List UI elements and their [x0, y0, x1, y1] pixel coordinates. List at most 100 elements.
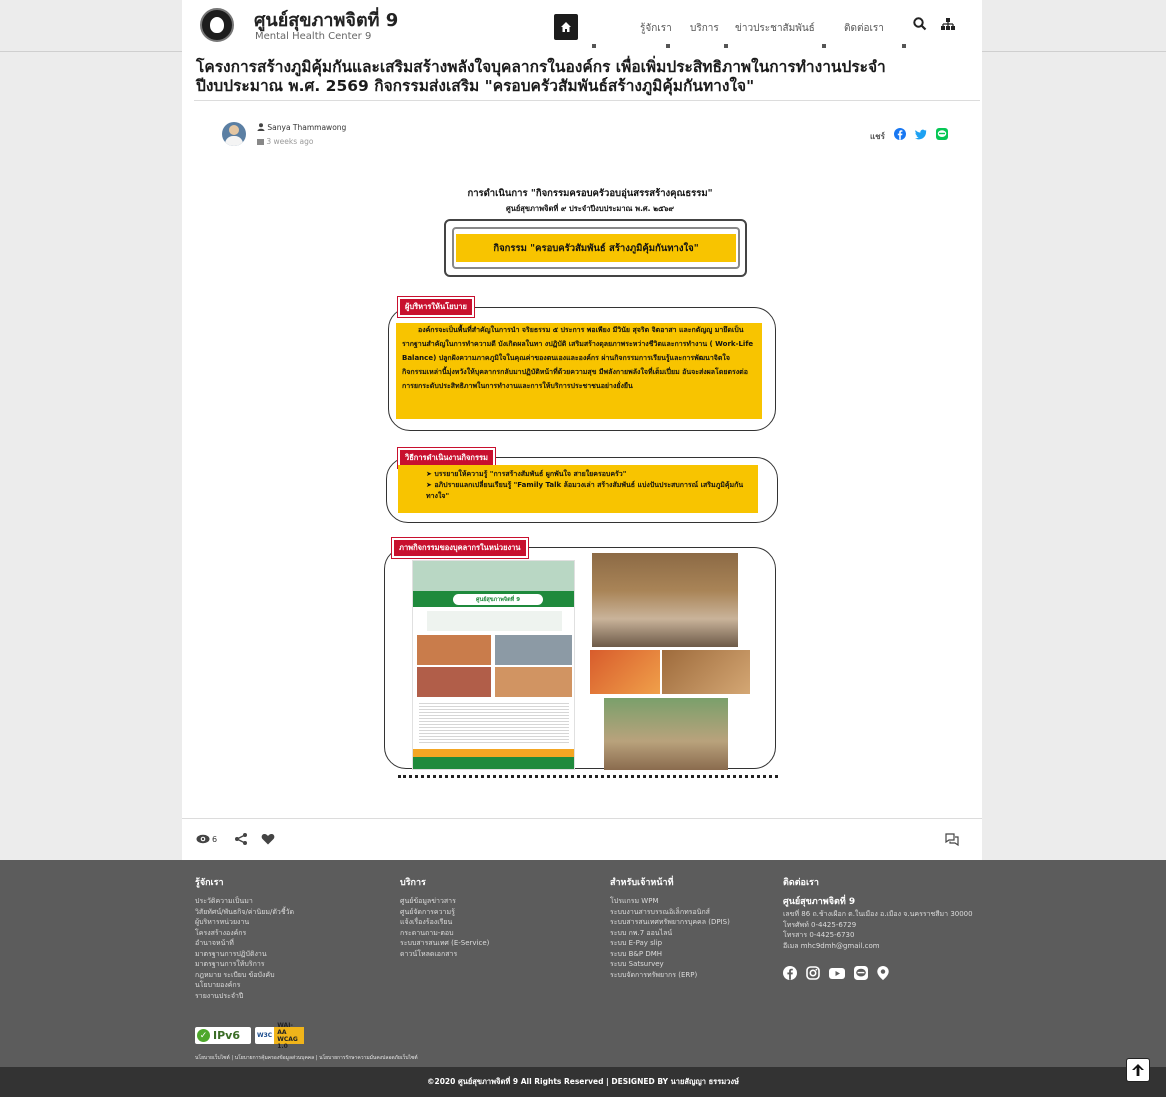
- facebook-icon[interactable]: [783, 966, 797, 980]
- footer-link[interactable]: ระบบ E-Pay slip: [610, 938, 730, 949]
- poster-logo: ศูนย์สุขภาพจิตที่ 9: [453, 594, 543, 605]
- w3c-logo: W3C: [257, 1032, 273, 1039]
- method-item: ➤ บรรยายให้ความรู้ "การสร้างสัมพันธ์ ผูก…: [426, 470, 627, 478]
- nav-item-news[interactable]: ข่าวประชาสัมพันธ์: [735, 21, 815, 36]
- author-name-text: Sanya Thammawong: [267, 123, 347, 132]
- footer-col-staff: สำหรับเจ้าหน้าที่ โปรแกรม WPM ระบบงานสาร…: [610, 875, 730, 980]
- map-pin-icon[interactable]: [877, 966, 889, 980]
- footer-link[interactable]: แจ้งเรื่องร้องเรียน: [400, 917, 489, 928]
- article-heading: การดำเนินการ "กิจกรรมครอบครัวอบอุ่นสรรสร…: [467, 188, 713, 199]
- footer-link[interactable]: ผู้บริหารหน่วยงาน: [195, 917, 294, 928]
- wcag-level: WAI-AA WCAG 1.0: [274, 1022, 304, 1050]
- footer-link[interactable]: ประวัติความเป็นมา: [195, 896, 294, 907]
- nav-item-services[interactable]: บริการ: [690, 21, 719, 36]
- facebook-icon[interactable]: [894, 128, 906, 140]
- footer-link[interactable]: ระบบสารสนเทศ (E-Service): [400, 938, 489, 949]
- share-label: แชร์: [870, 132, 885, 141]
- activity-photo[interactable]: [590, 650, 660, 694]
- poster-photo: [495, 635, 572, 665]
- wcag-badge[interactable]: W3C WAI-AA WCAG 1.0: [255, 1022, 304, 1050]
- footer-col-title: บริการ: [400, 878, 426, 888]
- outdoor-photo[interactable]: [604, 698, 728, 770]
- footer-link[interactable]: อำนาจหน้าที่: [195, 938, 294, 949]
- activity-poster[interactable]: ศูนย์สุขภาพจิตที่ 9: [412, 560, 575, 770]
- user-icon: [257, 123, 265, 131]
- nav-item-about[interactable]: รู้จักเรา: [640, 21, 672, 36]
- footer-link[interactable]: รายงานประจำปี: [195, 991, 294, 1002]
- line-icon[interactable]: [936, 128, 948, 140]
- ipv6-badge: ✓ IPv6: [195, 1027, 251, 1044]
- heart-icon[interactable]: [261, 832, 275, 846]
- arrow-up-icon: [1132, 1064, 1144, 1076]
- nav-item-contact[interactable]: ติดต่อเรา: [844, 21, 884, 36]
- site-logo[interactable]: [200, 8, 234, 42]
- footer-phone: โทรศัพท์ 0-4425-6729: [783, 920, 857, 929]
- footer-link[interactable]: กฎหมาย ระเบียบ ข้อบังคับ: [195, 970, 294, 981]
- footer-link[interactable]: กระดานถาม-ตอบ: [400, 928, 489, 939]
- post-date-text: 3 weeks ago: [266, 137, 314, 146]
- footer-link[interactable]: มาตรฐานการให้บริการ: [195, 959, 294, 970]
- method-item: ➤ อภิปรายแลกเปลี่ยนเรียนรู้ "Family Talk…: [426, 481, 744, 500]
- search-icon[interactable]: [912, 16, 928, 32]
- views-counter: 6: [196, 832, 217, 846]
- footer-link[interactable]: ระบบ กพ.7 ออนไลน์: [610, 928, 730, 939]
- poster-photo: [417, 667, 491, 697]
- footer-link[interactable]: ระบบสารสนเทศทรัพยากรบุคคล (DPIS): [610, 917, 730, 928]
- comments-icon[interactable]: [944, 831, 960, 847]
- footer-org-name: ศูนย์สุขภาพจิตที่ 9: [783, 897, 856, 907]
- footer-link[interactable]: โครงสร้างองค์กร: [195, 928, 294, 939]
- footer-link[interactable]: โปรแกรม WPM: [610, 896, 730, 907]
- nav-separator: [666, 44, 670, 48]
- poster-photo: [495, 667, 572, 697]
- title-divider: [194, 100, 980, 101]
- youtube-icon[interactable]: [829, 966, 845, 980]
- views-count: 6: [212, 834, 218, 844]
- check-icon: ✓: [197, 1029, 210, 1042]
- footer-email[interactable]: อีเมล mhc9dmh@gmail.com: [783, 941, 973, 952]
- nav-home-button[interactable]: [554, 14, 578, 40]
- author-name[interactable]: Sanya Thammawong: [257, 123, 346, 132]
- instagram-icon[interactable]: [806, 966, 820, 980]
- back-to-top-button[interactable]: [1126, 1058, 1150, 1082]
- avatar: [222, 122, 246, 146]
- stats-divider: [182, 818, 982, 819]
- footer-link[interactable]: ระบบจัดการทรัพยากร (ERP): [610, 970, 730, 981]
- eye-icon: [196, 834, 210, 844]
- footer-link[interactable]: นโยบายองค์กร: [195, 980, 294, 991]
- footer-link[interactable]: ระบบ Satsurvey: [610, 959, 730, 970]
- sitemap-icon[interactable]: [940, 16, 956, 32]
- group-photo[interactable]: [592, 553, 738, 647]
- footer-link[interactable]: ศูนย์จัดการความรู้: [400, 907, 489, 918]
- footer-col-about: รู้จักเรา ประวัติความเป็นมา วิสัยทัศน์/พ…: [195, 875, 294, 1001]
- footer-link[interactable]: ระบบ B&P DMH: [610, 949, 730, 960]
- footer-link[interactable]: ศูนย์ข้อมูลข่าวสาร: [400, 896, 489, 907]
- footer-link[interactable]: มาตรฐานการปฏิบัติงาน: [195, 949, 294, 960]
- ipv6-badge-text: IPv6: [213, 1029, 240, 1042]
- footer-col-title: ติดต่อเรา: [783, 878, 819, 888]
- footer-link[interactable]: ระบบงานสารบรรณอิเล็กทรอนิกส์: [610, 907, 730, 918]
- activity-photo[interactable]: [662, 650, 750, 694]
- method-item-text: อภิปรายแลกเปลี่ยนเรียนรู้ "Family Talk ล…: [426, 481, 744, 500]
- policy-tag: ผู้บริหารให้นโยบาย: [397, 296, 475, 318]
- photos-tag: ภาพกิจกรรมของบุคลากรในหน่วยงาน: [391, 537, 529, 559]
- home-icon: [561, 22, 571, 32]
- line-icon[interactable]: [854, 966, 868, 980]
- policy-links[interactable]: นโยบายเว็บไซต์ | นโยบายการคุ้มครองข้อมูล…: [195, 1054, 418, 1062]
- nav-separator: [902, 44, 906, 48]
- footer-link[interactable]: ดาวน์โหลดเอกสาร: [400, 949, 489, 960]
- footer-link[interactable]: วิสัยทัศน์/พันธกิจ/ค่านิยม/ตัวชี้วัด: [195, 907, 294, 918]
- brand-title[interactable]: ศูนย์สุขภาพจิตที่ 9: [254, 5, 398, 34]
- policy-text: องค์กรจะเป็นพื้นที่สำคัญในการนำ จริยธรรม…: [396, 323, 762, 419]
- method-list: ➤ บรรยายให้ความรู้ "การสร้างสัมพันธ์ ผูก…: [398, 465, 758, 513]
- activity-banner: กิจกรรม "ครอบครัวสัมพันธ์ สร้างภูมิคุ้มก…: [456, 234, 736, 262]
- footer-col-title: รู้จักเรา: [195, 878, 224, 888]
- twitter-icon[interactable]: [915, 128, 927, 140]
- method-item-text: บรรยายให้ความรู้ "การสร้างสัมพันธ์ ผูกพั…: [434, 470, 627, 478]
- nav-separator: [822, 44, 826, 48]
- poster-footer-band: [413, 757, 574, 769]
- footer-fax: โทรสาร 0-4425-6730: [783, 931, 855, 939]
- article-subheading: ศูนย์สุขภาพจิตที่ ๙ ประจำปีงบประมาณ พ.ศ.…: [505, 204, 675, 213]
- poster-text-block: [419, 701, 569, 745]
- footer-col-contact: ติดต่อเรา ศูนย์สุขภาพจิตที่ 9 เลขที่ 86 …: [783, 875, 973, 951]
- share-icon[interactable]: [234, 832, 248, 846]
